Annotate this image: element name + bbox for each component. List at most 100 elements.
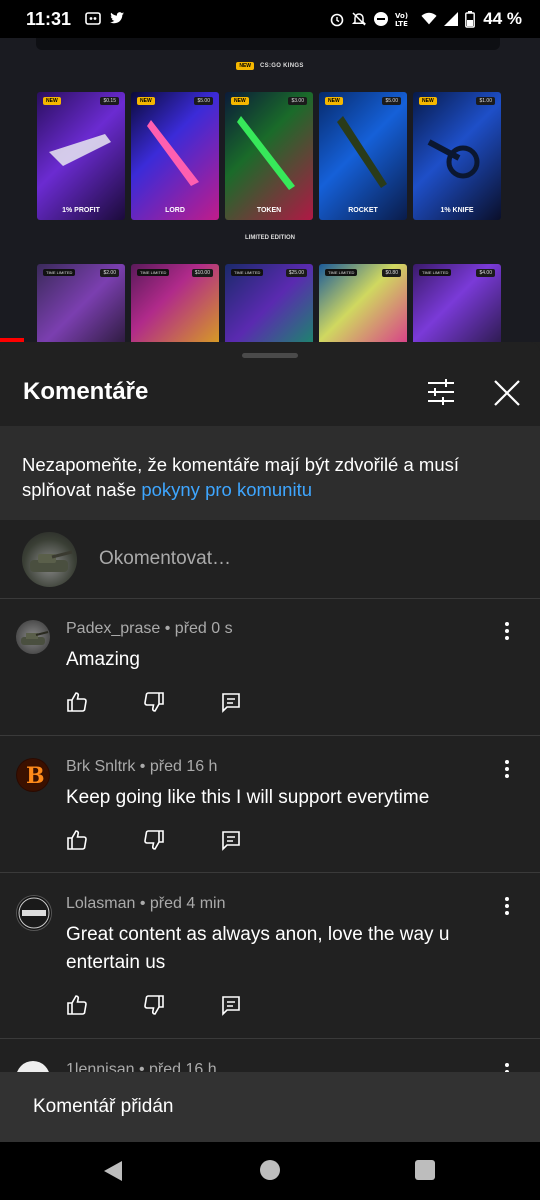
back-button[interactable] <box>102 1159 124 1188</box>
signal-icon <box>443 11 459 27</box>
wifi-icon <box>421 11 437 27</box>
card-name: ROCKET <box>348 207 378 214</box>
snackbar: Komentář přidán <box>0 1072 540 1142</box>
card-badge: TIME LIMITED <box>43 269 76 276</box>
home-button[interactable] <box>260 1160 280 1180</box>
card-price: $5.00 <box>194 97 213 105</box>
comment-author[interactable]: Brk Snltrk <box>66 758 135 775</box>
status-time: 11:31 <box>26 9 72 29</box>
avatar <box>16 895 52 931</box>
volte-icon: Vo) LTE <box>395 11 415 27</box>
reply-button[interactable] <box>220 994 242 1016</box>
card-name: LORD <box>165 207 185 214</box>
comment-input[interactable]: Okomentovat… <box>99 548 231 570</box>
alarm-icon <box>329 11 345 27</box>
dislike-button[interactable] <box>143 994 165 1016</box>
status-bar: 11:31 Vo) LTE 44 % <box>0 0 540 38</box>
system-nav-bar <box>0 1142 540 1200</box>
card-price: $0.80 <box>382 269 401 277</box>
battery-percent: 44 % <box>483 9 522 28</box>
battery-icon <box>465 10 476 28</box>
svg-text:Vo): Vo) <box>395 12 408 20</box>
limited-card: TIME LIMITED $10.00 <box>131 264 219 342</box>
reply-icon <box>222 996 240 1016</box>
card-name: 1% PROFIT <box>62 207 100 214</box>
limited-card: TIME LIMITED $0.80 <box>319 264 407 342</box>
sheet-title: Komentáře <box>23 378 149 405</box>
avatar <box>22 532 77 587</box>
comment-time: před 4 min <box>149 895 226 912</box>
svg-text:LTE: LTE <box>395 20 408 27</box>
comment-time: před 16 h <box>149 758 218 775</box>
avatar <box>16 620 50 654</box>
reply-button[interactable] <box>220 691 242 713</box>
more-button[interactable] <box>496 758 518 780</box>
filter-icon <box>428 379 454 405</box>
sort-button[interactable] <box>426 378 456 406</box>
limited-card: TIME LIMITED $4.00 <box>413 264 501 342</box>
case-card: NEW $0.15 1% PROFIT <box>37 92 125 220</box>
limited-card: TIME LIMITED $2.00 <box>37 264 125 342</box>
svg-text:B: B <box>26 763 45 789</box>
video-player[interactable]: NEW CS:GO KINGS NEW $0.15 1% PROFIT NEW … <box>0 38 540 342</box>
card-badge: NEW <box>231 97 249 105</box>
close-button[interactable] <box>492 378 522 408</box>
comment-text: Amazing <box>66 649 140 670</box>
card-badge: TIME LIMITED <box>137 269 170 276</box>
card-price: $5.00 <box>382 97 401 105</box>
snackbar-text: Komentář přidán <box>33 1096 174 1117</box>
community-notice: Nezapomeňte, že komentáře mají být zdvoř… <box>0 426 540 520</box>
thumb-up-icon <box>67 830 87 850</box>
like-button[interactable] <box>66 994 88 1016</box>
card-price: $4.00 <box>476 269 495 277</box>
card-price: $0.15 <box>100 97 119 105</box>
comment-item: Padex_prase • před 0 s Amazing <box>0 620 540 738</box>
divider <box>0 872 540 873</box>
comment-text: Keep going like this I will support ever… <box>66 787 430 808</box>
thumb-down-icon <box>144 995 164 1015</box>
card-price: $25.00 <box>285 269 307 277</box>
community-guidelines-link[interactable]: pokyny pro komunitu <box>141 479 312 500</box>
section-title: CS:GO KINGS <box>260 63 304 69</box>
card-badge: NEW <box>325 97 343 105</box>
divider <box>0 735 540 736</box>
like-button[interactable] <box>66 829 88 851</box>
case-card: NEW $1.00 1% KNIFE <box>413 92 501 220</box>
case-card: NEW $5.00 ROCKET <box>319 92 407 220</box>
card-badge: NEW <box>419 97 437 105</box>
dislike-button[interactable] <box>143 829 165 851</box>
thumb-up-icon <box>67 692 87 712</box>
more-button[interactable] <box>496 895 518 917</box>
comment-item: Lolasman • před 4 min Great content as a… <box>0 895 540 1041</box>
new-badge: NEW <box>236 62 255 70</box>
divider <box>0 1038 540 1039</box>
thumb-up-icon <box>67 995 87 1015</box>
reply-icon <box>222 693 240 713</box>
card-badge: TIME LIMITED <box>325 269 358 276</box>
more-vert-icon <box>505 622 509 640</box>
more-vert-icon <box>505 897 509 915</box>
limited-card: TIME LIMITED $25.00 <box>225 264 313 342</box>
section-heading: NEW CS:GO KINGS <box>0 62 540 70</box>
yt-kids-icon <box>85 10 101 26</box>
recents-button[interactable] <box>415 1160 435 1180</box>
drag-handle[interactable] <box>242 353 298 358</box>
more-button[interactable] <box>496 620 518 642</box>
comment-compose[interactable]: Okomentovat… <box>0 520 540 599</box>
case-card: NEW $5.00 LORD <box>131 92 219 220</box>
dislike-button[interactable] <box>143 691 165 713</box>
card-badge: NEW <box>137 97 155 105</box>
comment-author[interactable]: Padex_prase <box>66 620 160 637</box>
card-price: $1.00 <box>476 97 495 105</box>
video-site-header <box>36 38 500 50</box>
like-button[interactable] <box>66 691 88 713</box>
twitter-icon <box>109 10 125 26</box>
section-title-limited: LIMITED EDITION <box>245 235 295 241</box>
more-vert-icon <box>505 760 509 778</box>
card-name: 1% KNIFE <box>440 207 474 214</box>
reply-button[interactable] <box>220 829 242 851</box>
card-badge: TIME LIMITED <box>419 269 452 276</box>
card-price: $10.00 <box>191 269 213 277</box>
comment-author[interactable]: Lolasman <box>66 895 135 912</box>
comment-time: před 0 s <box>174 620 233 637</box>
